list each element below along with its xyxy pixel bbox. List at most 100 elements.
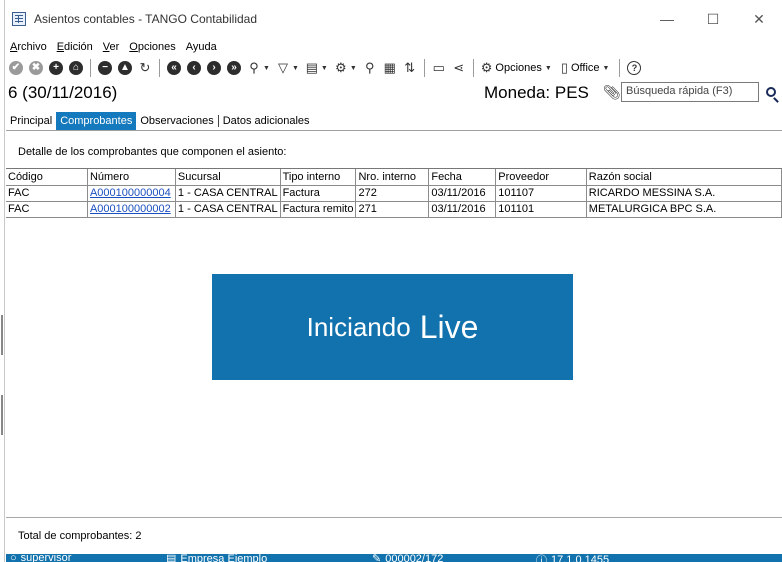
gear-icon: ⚙ (480, 60, 493, 75)
tab-divider (6, 130, 782, 131)
chevron-down-icon[interactable]: ▼ (350, 65, 357, 72)
cell-numero-link[interactable]: A000100000002 (87, 201, 176, 218)
asiento-id: 6 (30/11/2016) (8, 83, 118, 102)
menu-ayuda[interactable]: Ayuda (182, 41, 223, 53)
print-icon[interactable]: ▤ (304, 60, 320, 76)
status-user: ○ supervisor (10, 554, 72, 562)
cell-tipo-interno: Factura (280, 185, 357, 202)
column-header-proveedor[interactable]: Proveedor (495, 169, 587, 186)
window-controls: — ☐ ✕ (644, 0, 782, 38)
menu-opciones[interactable]: Opciones (125, 41, 181, 53)
search-icon[interactable]: ⚲ (362, 60, 378, 76)
table-row[interactable]: FAC A000100000004 1 - CASA CENTRAL Factu… (6, 185, 782, 202)
column-header-tipo-interno[interactable]: Tipo interno (280, 169, 357, 186)
share-icon[interactable]: ⋖ (451, 60, 467, 76)
status-company: ▤ Empresa Ejemplo (166, 554, 267, 562)
total-comprobantes: Total de comprobantes: 2 (18, 530, 142, 542)
cell-codigo: FAC (6, 185, 88, 202)
cell-numero-link[interactable]: A000100000004 (87, 185, 176, 202)
column-header-fecha[interactable]: Fecha (428, 169, 497, 186)
menu-bar: Archivo Edición Ver Opciones Ayuda (6, 38, 223, 56)
left-window-edge (0, 0, 5, 562)
office-icon: ▯ (560, 60, 568, 75)
column-header-sucursal[interactable]: Sucursal (175, 169, 281, 186)
opciones-dropdown[interactable]: ⚙ Opciones ▼ (481, 60, 555, 76)
tab-strip: Principal Comprobantes Observaciones Dat… (6, 112, 314, 130)
home-icon[interactable]: ⌂ (68, 60, 84, 76)
cell-codigo: FAC (6, 201, 88, 218)
column-header-codigo[interactable]: Código (6, 169, 88, 186)
close-button[interactable]: ✕ (736, 0, 782, 38)
column-header-razon-social[interactable]: Razón social (586, 169, 782, 186)
last-record-icon[interactable]: » (226, 60, 242, 76)
menu-edicion[interactable]: Edición (53, 41, 99, 53)
maximize-button[interactable]: ☐ (690, 0, 736, 38)
cell-nro-interno: 271 (355, 201, 430, 218)
record-header: 6 (30/11/2016) Moneda: PES 📎︎ Búsqueda r… (6, 80, 782, 106)
confirm-icon[interactable]: ✔ (8, 60, 24, 76)
sort-icon[interactable]: ⇅ (402, 60, 418, 76)
chevron-down-icon[interactable]: ▼ (263, 65, 270, 72)
app-icon (12, 12, 26, 26)
first-record-icon[interactable]: « (166, 60, 182, 76)
status-document: ✎ 000002/172 (372, 554, 443, 562)
cell-fecha: 03/11/2016 (428, 185, 497, 202)
info-icon: ⓘ (536, 555, 547, 562)
table-row[interactable]: FAC A000100000002 1 - CASA CENTRAL Factu… (6, 201, 782, 218)
tab-principal[interactable]: Principal (6, 112, 56, 130)
cancel-icon[interactable]: ✖ (28, 60, 44, 76)
screen-icon[interactable]: ▭ (431, 60, 447, 76)
paperclip-icon[interactable]: 📎︎ (603, 84, 621, 101)
next-record-icon[interactable]: › (206, 60, 222, 76)
user-icon: ○ (10, 554, 17, 562)
chevron-down-icon: ▼ (544, 64, 552, 72)
column-header-numero[interactable]: Número (87, 169, 176, 186)
menu-ver[interactable]: Ver (99, 41, 126, 53)
tab-observaciones[interactable]: Observaciones (136, 112, 217, 130)
add-icon[interactable]: + (48, 60, 64, 76)
tools-icon[interactable]: ⚙ (333, 60, 349, 76)
iniciando-live-overlay: Iniciando Live (212, 274, 573, 380)
cell-sucursal: 1 - CASA CENTRAL (175, 185, 281, 202)
binoculars-icon[interactable]: ⚲ (246, 60, 262, 76)
minimize-button[interactable]: — (644, 0, 690, 38)
cell-nro-interno: 272 (355, 185, 430, 202)
status-bar: ○ supervisor ▤ Empresa Ejemplo ✎ 000002/… (6, 554, 782, 562)
cell-razon-social: METALURGICA BPC S.A. (586, 201, 782, 218)
tab-comprobantes[interactable]: Comprobantes (56, 112, 137, 130)
chevron-down-icon[interactable]: ▼ (321, 65, 328, 72)
toolbar-separator (423, 59, 425, 77)
refresh-icon[interactable]: ↻ (137, 60, 153, 76)
cell-proveedor: 101107 (495, 185, 587, 202)
toolbar-separator (90, 59, 91, 77)
toolbar-separator (159, 59, 160, 77)
grid-icon[interactable]: ▦ (382, 60, 398, 76)
toolbar-separator (472, 59, 474, 77)
detail-label: Detalle de los comprobantes que componen… (18, 146, 287, 158)
menu-archivo[interactable]: Archivo (6, 41, 53, 53)
cell-fecha: 03/11/2016 (428, 201, 497, 218)
edge-marker (1, 315, 3, 355)
tab-datos-adicionales[interactable]: Datos adicionales (219, 112, 314, 130)
cell-razon-social: RICARDO MESSINA S.A. (586, 185, 782, 202)
remove-icon[interactable]: − (97, 60, 113, 76)
filter-icon[interactable]: ▽ (275, 60, 291, 76)
column-header-nro-interno[interactable]: Nro. interno (355, 169, 430, 186)
main-window: Asientos contables - TANGO Contabilidad … (6, 0, 782, 562)
company-icon: ▤ (166, 554, 177, 562)
help-icon[interactable]: ? (626, 60, 642, 76)
title-bar: Asientos contables - TANGO Contabilidad … (6, 0, 782, 38)
grid-header-row: Código Número Sucursal Tipo interno Nro.… (6, 169, 782, 186)
window-title: Asientos contables - TANGO Contabilidad (34, 12, 258, 26)
quick-search-input[interactable]: Búsqueda rápida (F3) (621, 82, 759, 102)
moneda-label: Moneda: PES (484, 83, 589, 102)
chevron-down-icon[interactable]: ▼ (292, 65, 299, 72)
status-version: ⓘ 17.1.0.1455 (536, 554, 609, 562)
office-dropdown[interactable]: ▯ Office ▼ (561, 60, 613, 76)
cell-tipo-interno: Factura remito (280, 201, 357, 218)
search-icon[interactable] (762, 82, 780, 102)
chevron-down-icon: ▼ (602, 64, 610, 72)
warning-icon[interactable]: ▲ (117, 60, 133, 76)
toolbar-separator (619, 59, 621, 77)
previous-record-icon[interactable]: ‹ (186, 60, 202, 76)
